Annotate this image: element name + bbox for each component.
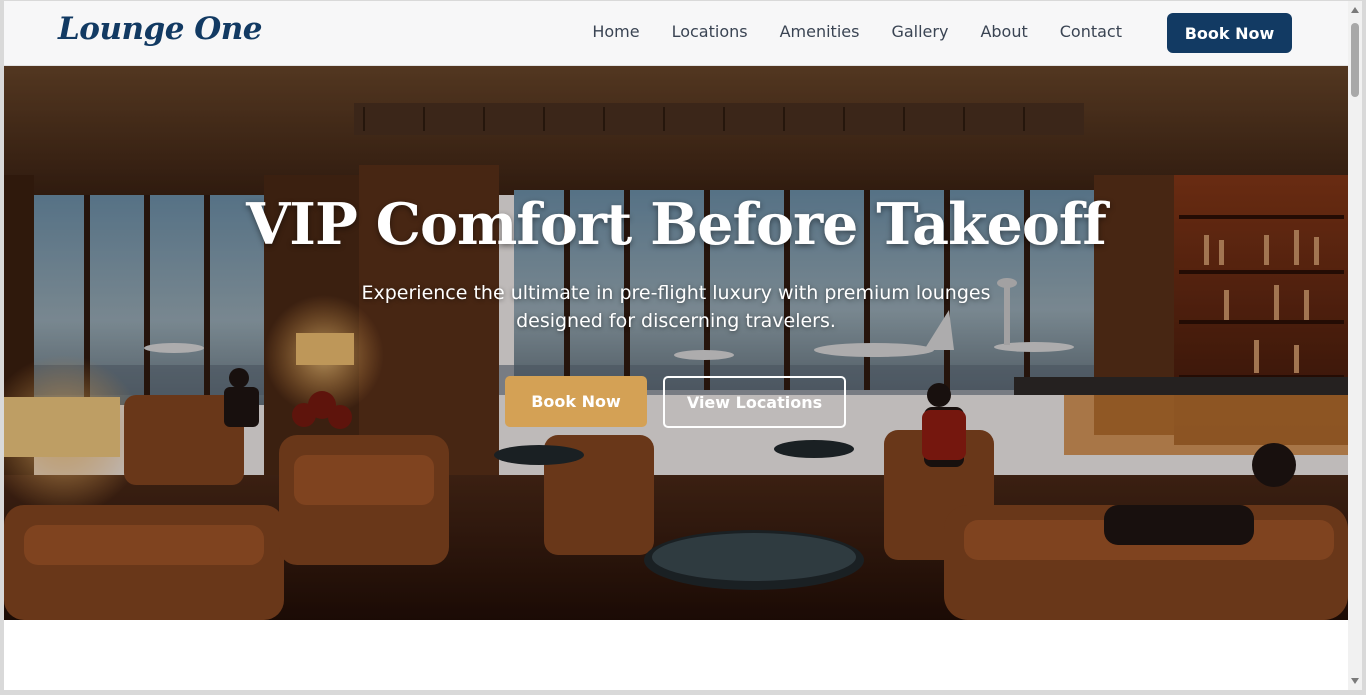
page-scrollbar[interactable] (1348, 1, 1362, 690)
scroll-thumb[interactable] (1351, 23, 1359, 97)
nav-link-about[interactable]: About (964, 22, 1043, 41)
scroll-up-arrow-icon[interactable] (1351, 7, 1359, 13)
hero-subtitle: Experience the ultimate in pre-flight lu… (361, 282, 991, 332)
nav-link-contact[interactable]: Contact (1044, 22, 1138, 41)
nav-link-gallery[interactable]: Gallery (875, 22, 964, 41)
main-nav: Home Locations Amenities Gallery About C… (576, 22, 1138, 41)
nav-link-locations[interactable]: Locations (656, 22, 764, 41)
scroll-down-arrow-icon[interactable] (1351, 678, 1359, 684)
hero-title: VIP Comfort Before Takeoff (246, 191, 1107, 258)
nav-link-home[interactable]: Home (576, 22, 655, 41)
site-logo[interactable]: Lounge One (58, 11, 263, 47)
browser-viewport: Lounge One Home Locations Amenities Gall… (4, 1, 1348, 690)
nav-link-amenities[interactable]: Amenities (764, 22, 876, 41)
hero-dark-overlay (4, 65, 1348, 620)
header-book-now-button[interactable]: Book Now (1167, 13, 1292, 53)
view-locations-button[interactable]: View Locations (663, 376, 846, 428)
hero-section: VIP Comfort Before Takeoff Experience th… (4, 65, 1348, 620)
site-header: Lounge One Home Locations Amenities Gall… (4, 1, 1348, 66)
hero-book-now-button[interactable]: Book Now (505, 376, 647, 427)
